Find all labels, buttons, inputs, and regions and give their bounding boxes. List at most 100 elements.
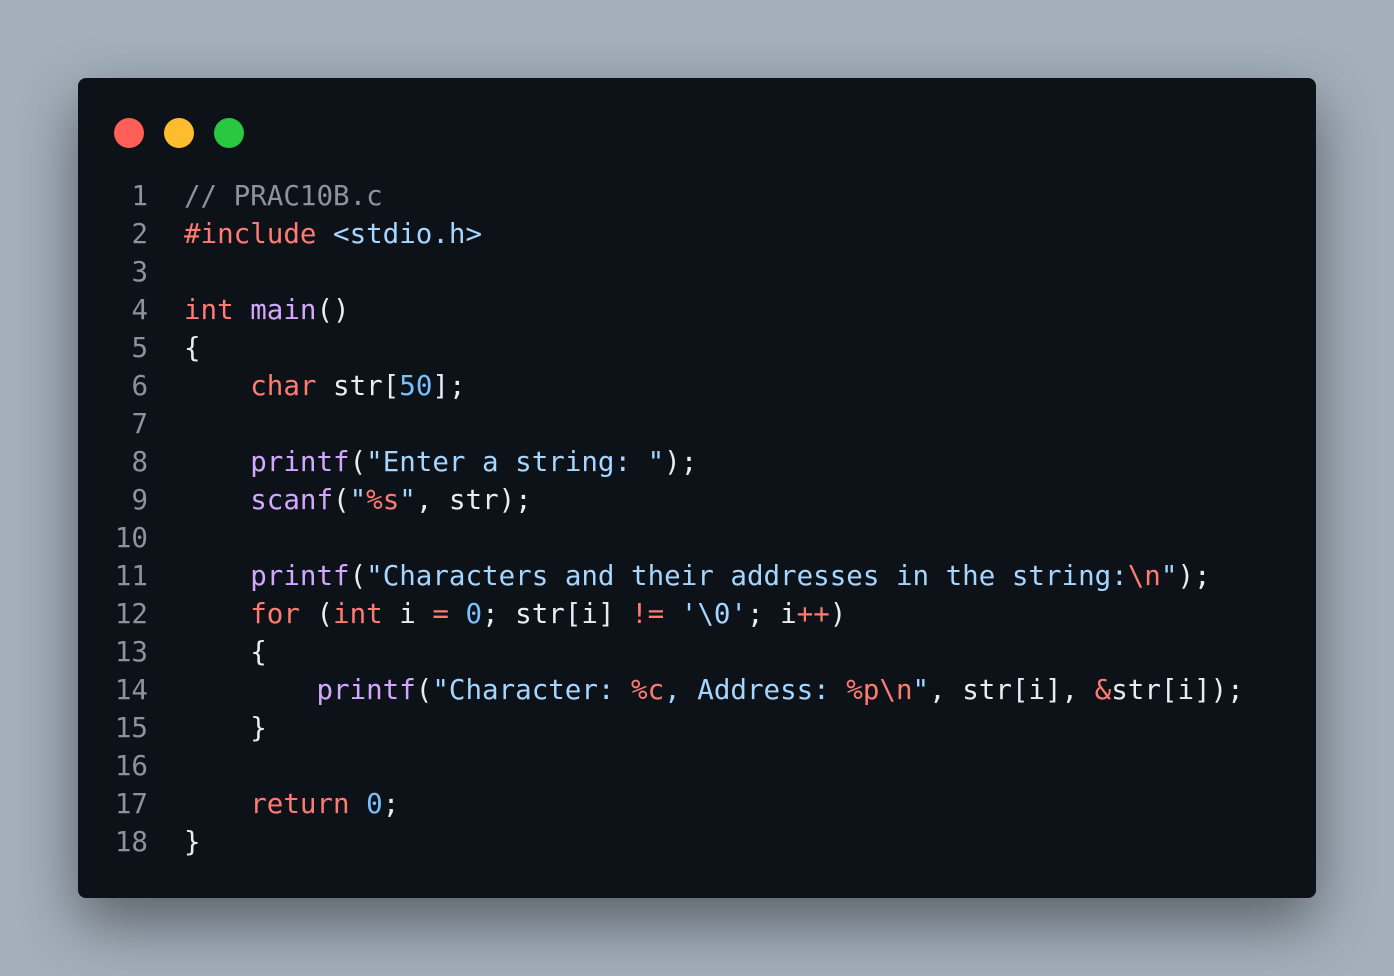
- code-token: }: [184, 826, 201, 858]
- code-token: printf: [250, 446, 350, 478]
- code-token: int: [333, 598, 383, 630]
- code-token: ): [829, 598, 847, 630]
- code-token: ; str[i]: [482, 598, 632, 630]
- code-token: return: [250, 788, 350, 820]
- code-token: (: [349, 560, 367, 592]
- code-token: &: [1094, 674, 1112, 706]
- line-number: 18: [114, 826, 148, 858]
- code-token: ": [1160, 560, 1178, 592]
- code-token: "Character:: [432, 674, 632, 706]
- line-number: 11: [114, 560, 148, 592]
- code-token: =: [432, 598, 449, 630]
- code-token: }: [184, 712, 267, 744]
- line-number: 8: [131, 446, 148, 478]
- code-token: '\0': [680, 598, 747, 630]
- code-text: return 0;: [184, 785, 399, 823]
- code-text: scanf("%s", str);: [184, 481, 532, 519]
- code-text: {: [184, 329, 201, 367]
- code-token: printf: [250, 560, 350, 592]
- code-token: (: [299, 598, 334, 630]
- line-number: 15: [114, 712, 148, 744]
- line-number: 3: [131, 256, 148, 288]
- code-token: );: [664, 446, 698, 478]
- code-text: #include <stdio.h>: [184, 215, 482, 253]
- close-button[interactable]: [114, 118, 144, 148]
- line-number: 1: [131, 180, 148, 212]
- code-token: !=: [631, 598, 665, 630]
- line-number: 6: [131, 370, 148, 402]
- code-text: // PRAC10B.c: [184, 177, 383, 215]
- code-text: char str[50];: [184, 367, 466, 405]
- code-token: ": [399, 484, 416, 516]
- code-text: }: [184, 823, 201, 861]
- code-token: #include: [184, 218, 317, 250]
- code-token: i: [382, 598, 433, 630]
- code-token: 0: [366, 788, 383, 820]
- code-token: str[i]);: [1111, 674, 1244, 706]
- code-token: char: [250, 370, 317, 402]
- code-token: for: [250, 598, 300, 630]
- code-token: %c: [631, 674, 665, 706]
- code-token: 50: [399, 370, 433, 402]
- line-number: 2: [131, 218, 148, 250]
- code-token: (: [349, 446, 367, 478]
- code-text: int main(): [184, 291, 350, 329]
- line-number: 17: [114, 788, 148, 820]
- code-token: ": [912, 674, 930, 706]
- code-token: "Enter a string: ": [366, 446, 665, 478]
- code-token: {: [184, 332, 201, 364]
- line-number: 13: [114, 636, 148, 668]
- code-token: , Address:: [664, 674, 847, 706]
- code-text: printf("Characters and their addresses i…: [184, 557, 1211, 595]
- code-token: (): [316, 294, 350, 326]
- maximize-button[interactable]: [214, 118, 244, 148]
- line-number: 10: [114, 522, 148, 554]
- code-token: 0: [465, 598, 483, 630]
- code-token: main: [250, 294, 317, 326]
- code-token: %s: [366, 484, 400, 516]
- line-number: 9: [131, 484, 148, 516]
- code-token: %p: [846, 674, 880, 706]
- code-text: for (int i = 0; str[i] != '\0'; i++): [184, 595, 846, 633]
- code-text: {: [184, 633, 267, 671]
- line-number: 16: [114, 750, 148, 782]
- code-window: 1 // PRAC10B.c 2 #include <stdio.h> 3 4 int ma…: [78, 78, 1316, 898]
- code-text: printf("Character: %c, Address: %p\n", s…: [184, 671, 1244, 709]
- code-token: \n: [879, 674, 913, 706]
- code-token: ; i: [747, 598, 797, 630]
- code-token: // PRAC10B.c: [184, 180, 383, 212]
- code-text: }: [184, 709, 267, 747]
- line-number: 7: [131, 408, 148, 440]
- code-token: \n: [1127, 560, 1161, 592]
- code-token: );: [1177, 560, 1211, 592]
- code-token: {: [184, 636, 267, 668]
- code-token: "Characters and their addresses in the s…: [366, 560, 1128, 592]
- code-token: int: [184, 294, 234, 326]
- code-token: scanf: [250, 484, 334, 516]
- code-token: ];: [432, 370, 466, 402]
- code-token: , str[i],: [929, 674, 1095, 706]
- code-text: printf("Enter a string: ");: [184, 443, 697, 481]
- line-number: 5: [131, 332, 148, 364]
- code-token: printf: [316, 674, 416, 706]
- line-number: 14: [114, 674, 148, 706]
- code-token: str[: [316, 370, 400, 402]
- line-number: 4: [131, 294, 148, 326]
- code-token: (: [415, 674, 433, 706]
- code-token: (: [333, 484, 350, 516]
- code-token: ;: [382, 788, 400, 820]
- minimize-button[interactable]: [164, 118, 194, 148]
- code-token: ++: [796, 598, 830, 630]
